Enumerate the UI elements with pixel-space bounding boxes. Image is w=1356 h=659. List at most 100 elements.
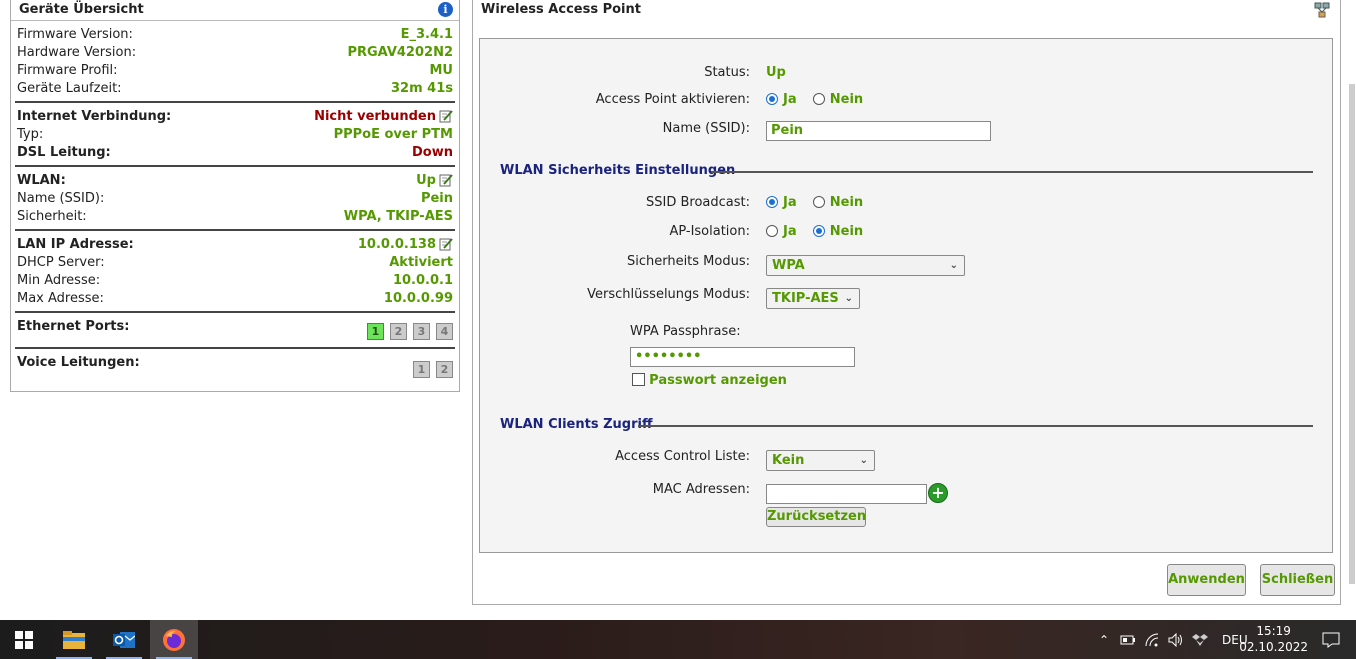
apply-button[interactable]: Anwenden [1167, 564, 1246, 596]
start-button[interactable] [0, 620, 48, 659]
dsl-row: DSL Leitung: Down [17, 143, 453, 161]
uptime-label: Geräte Laufzeit: [17, 80, 122, 96]
dhcp-value: Aktiviert [389, 254, 453, 270]
wlan-security-label: Sicherheit: [17, 208, 87, 224]
notification-button[interactable] [1322, 620, 1340, 659]
ethernet-port-3: 3 [413, 323, 430, 340]
wireless-access-point-panel: Wireless Access Point Status: Up Access … [472, 0, 1341, 605]
info-icon[interactable]: i [438, 2, 453, 17]
close-button[interactable]: Schließen [1260, 564, 1335, 596]
taskbar-firefox[interactable] [150, 620, 198, 659]
ap-isolation-yes-label: Ja [783, 224, 797, 239]
add-mac-icon[interactable]: + [928, 483, 948, 503]
passphrase-input[interactable]: •••••••• [630, 347, 855, 367]
ap-isolation-no-label: Nein [829, 224, 864, 239]
wap-header: Wireless Access Point [473, 0, 1340, 20]
firmware-version-label: Firmware Version: [17, 26, 133, 42]
show-password-label: Passwort anzeigen [649, 373, 787, 388]
taskbar: ⌃ DEU 15:19 02.10.2022 [0, 620, 1356, 659]
taskbar-explorer[interactable] [50, 620, 98, 659]
ap-enable-no-radio[interactable] [812, 93, 825, 105]
edit-lan-icon[interactable] [439, 237, 453, 251]
volume-icon[interactable] [1168, 632, 1184, 647]
notification-icon [1322, 632, 1340, 648]
lan-section: LAN IP Adresse: 10.0.0.138 DHCP Server: A… [15, 231, 455, 313]
show-password-checkbox[interactable] [632, 373, 645, 386]
ethernet-port-2: 2 [390, 323, 407, 340]
ethernet-port-1: 1 [367, 323, 384, 340]
dhcp-row: DHCP Server: Aktiviert [17, 253, 453, 271]
ethernet-label: Ethernet Ports: [17, 319, 130, 334]
dropbox-icon[interactable] [1192, 633, 1208, 647]
wap-form: Status: Up Access Point aktivieren: Ja N… [479, 38, 1333, 553]
firmware-version-value: E_3.4.1 [400, 26, 453, 42]
acl-select[interactable]: Kein ⌄ [766, 450, 875, 471]
internet-type-label: Typ: [17, 126, 44, 142]
ap-enable-label: Access Point aktivieren: [595, 92, 750, 107]
wlan-ssid-value: Pein [420, 190, 453, 206]
overview-header: Geräte Übersicht i [11, 0, 459, 21]
lan-ip-value: 10.0.0.138 [357, 236, 436, 252]
chevron-up-icon[interactable]: ⌃ [1096, 633, 1112, 647]
ap-isolation-no-radio[interactable] [812, 225, 825, 237]
hardware-version-row: Hardware Version: PRGAV4202N2 [17, 43, 453, 61]
wap-title: Wireless Access Point [481, 2, 641, 17]
battery-icon[interactable] [1120, 634, 1136, 646]
folder-icon [63, 630, 85, 649]
security-mode-value: WPA [772, 258, 805, 273]
internet-status: Nicht verbunden [314, 108, 436, 124]
ap-enable-radios: Ja Nein [766, 92, 875, 107]
clients-section-header: WLAN Clients Zugriff [500, 417, 653, 432]
firefox-icon [163, 628, 185, 651]
internet-section: Internet Verbindung: Nicht verbunden Typ… [15, 103, 455, 167]
ssid-broadcast-no-radio[interactable] [812, 196, 825, 208]
reset-button[interactable]: Zurücksetzen [766, 507, 866, 527]
windows-icon [15, 630, 33, 649]
ap-isolation-yes-radio[interactable] [766, 225, 778, 237]
min-address-label: Min Adresse: [17, 272, 101, 288]
max-address-value: 10.0.0.99 [383, 290, 453, 306]
scrollbar-thumb[interactable] [1349, 84, 1355, 584]
wlan-security-row: Sicherheit: WPA, TKIP-AES [17, 207, 453, 225]
outlook-icon [113, 631, 135, 648]
dsl-value: Down [412, 144, 453, 160]
firmware-section: Firmware Version: E_3.4.1 Hardware Versio… [15, 21, 455, 103]
hardware-version-label: Hardware Version: [17, 44, 137, 60]
lan-ip-label: LAN IP Adresse: [17, 236, 134, 252]
passphrase-label: WPA Passphrase: [630, 324, 741, 339]
clock[interactable]: 15:19 02.10.2022 [1239, 623, 1308, 655]
lan-ip-row: LAN IP Adresse: 10.0.0.138 [17, 235, 453, 253]
voice-section: Voice Leitungen: 1 2 [15, 349, 455, 381]
show-password-row: Passwort anzeigen [632, 373, 787, 388]
clock-time: 15:19 [1256, 624, 1291, 638]
ssid-broadcast-label: SSID Broadcast: [646, 195, 750, 210]
security-section-header: WLAN Sicherheits Einstellungen [500, 163, 736, 178]
security-section-divider [711, 171, 1313, 173]
internet-type-value: PPPoE over PTM [333, 126, 453, 142]
min-address-value: 10.0.0.1 [392, 272, 453, 288]
ethernet-section: Ethernet Ports: 1 2 3 4 [15, 313, 455, 349]
voice-line-1: 1 [413, 361, 430, 378]
chevron-down-icon: ⌄ [949, 260, 958, 271]
ssid-input[interactable]: Pein [766, 121, 991, 141]
wlan-row: WLAN: Up [17, 171, 453, 189]
uptime-row: Geräte Laufzeit: 32m 41s [17, 79, 453, 97]
ssid-broadcast-radios: Ja Nein [766, 195, 875, 210]
edit-wlan-icon[interactable] [439, 173, 453, 187]
internet-label: Internet Verbindung: [17, 108, 172, 124]
wifi-icon[interactable] [1144, 633, 1160, 647]
voice-label: Voice Leitungen: [17, 355, 140, 370]
wlan-ssid-label: Name (SSID): [17, 190, 105, 206]
security-mode-select[interactable]: WPA ⌄ [766, 255, 965, 276]
mac-input[interactable] [766, 484, 927, 504]
wlan-label: WLAN: [17, 172, 66, 188]
taskbar-outlook[interactable] [100, 620, 148, 659]
encryption-mode-select[interactable]: TKIP-AES ⌄ [766, 288, 860, 309]
ap-enable-yes-radio[interactable] [766, 93, 778, 105]
edit-internet-icon[interactable] [439, 109, 453, 123]
chevron-down-icon: ⌄ [859, 455, 868, 466]
clients-section-divider [638, 425, 1313, 427]
ethernet-port-4: 4 [436, 323, 453, 340]
page-scrollbar[interactable] [1348, 0, 1356, 620]
ssid-broadcast-yes-radio[interactable] [766, 196, 778, 208]
